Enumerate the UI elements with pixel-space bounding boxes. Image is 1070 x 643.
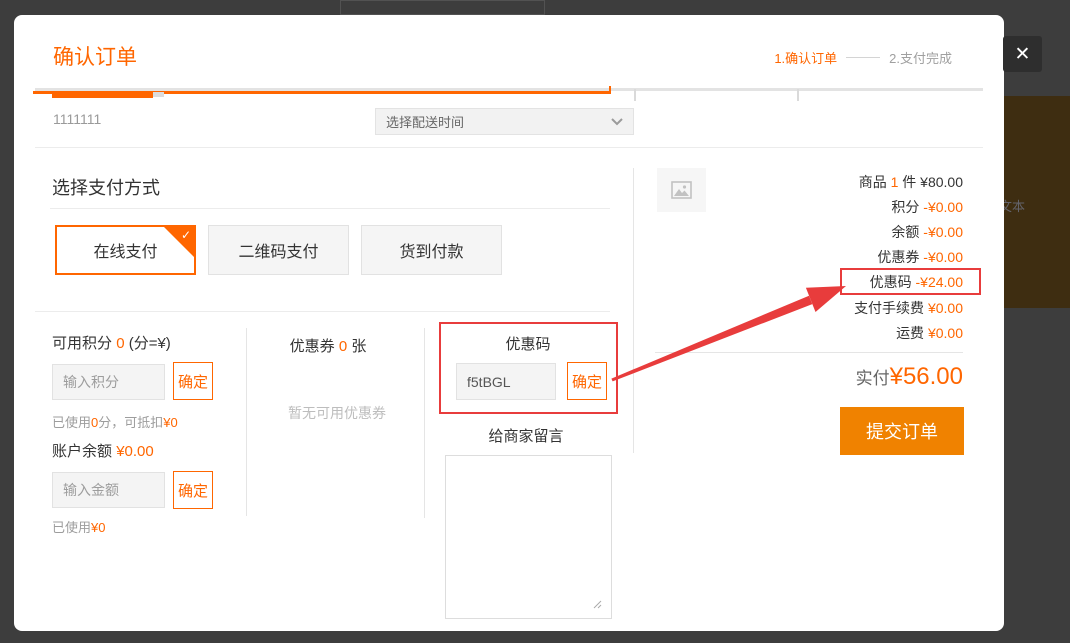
tab-qrcode-payment[interactable]: 二维码支付 (208, 225, 349, 275)
tab-online-payment[interactable]: 在线支付 ✓ (55, 225, 196, 275)
payment-section-title: 选择支付方式 (52, 174, 160, 200)
coupon-label-text: 优惠券 (290, 338, 335, 355)
balance-label: 账户余额 ¥0.00 (52, 440, 154, 461)
tab-online-payment-label: 在线支付 (93, 238, 157, 262)
summary-goods-amount: ¥80.00 (920, 174, 963, 190)
step-payment-done: 2.支付完成 (889, 48, 952, 67)
balance-confirm-label: 确定 (178, 480, 208, 501)
summary-amount: -¥0.00 (923, 199, 963, 215)
summary-row-promo: 优惠码 -¥24.00 (870, 273, 963, 291)
summary-amount: ¥0.00 (928, 300, 963, 316)
clipped-column-divider (634, 89, 636, 101)
promo-confirm-button[interactable]: 确定 (567, 362, 607, 400)
balance-input[interactable] (52, 472, 165, 508)
balance-confirm-button[interactable]: 确定 (173, 471, 213, 509)
column-divider (246, 328, 247, 516)
total-row: 实付 ¥56.00 (856, 363, 963, 391)
chevron-down-icon (611, 118, 623, 126)
points-used-line: 已使用0分，可抵扣¥0 (52, 412, 178, 431)
close-icon: ✕ (1015, 45, 1031, 64)
tab-cash-on-delivery[interactable]: 货到付款 (361, 225, 502, 275)
step-confirm-order: 1.确认订单 (774, 48, 837, 67)
summary-row-goods: 商品 1 件 ¥80.00 (859, 173, 963, 191)
points-used-prefix: 已使用 (52, 415, 91, 430)
image-placeholder-icon (671, 181, 692, 199)
summary-divider (633, 168, 634, 453)
balance-used-line: 已使用¥0 (52, 517, 105, 536)
points-deductible-value: ¥0 (163, 415, 177, 430)
clipped-gray-segment (153, 92, 164, 97)
close-button[interactable]: ✕ (1003, 36, 1042, 72)
summary-label: 优惠码 (870, 274, 912, 290)
balance-used-value: ¥0 (91, 520, 105, 535)
points-input[interactable] (52, 364, 165, 400)
coupon-count: 0 (339, 338, 347, 355)
confirm-order-dialog: 确认订单 1.确认订单 2.支付完成 1111111 选择配送时间 选择支付方式… (14, 15, 1004, 631)
merchant-message-textarea[interactable] (445, 455, 612, 619)
coupon-empty-text: 暂无可用优惠券 (267, 403, 407, 423)
points-label: 可用积分 0 (分=¥) (52, 332, 171, 353)
payment-title-underline (50, 208, 610, 209)
summary-amount: ¥0.00 (928, 325, 963, 341)
column-divider (424, 328, 425, 518)
balance-label-text: 账户余额 (52, 443, 112, 460)
promo-label: 优惠码 (478, 333, 578, 354)
dialog-title: 确认订单 (53, 41, 137, 71)
background-box (340, 0, 545, 15)
coupon-unit: 张 (351, 338, 366, 355)
clipped-column-divider (797, 89, 799, 101)
summary-label: 支付手续费 (854, 300, 924, 316)
summary-label: 优惠券 (877, 249, 919, 265)
points-label-text: 可用积分 (52, 335, 112, 352)
section-divider (35, 147, 983, 148)
order-note-value: 1111111 (53, 111, 101, 127)
total-amount: ¥56.00 (890, 363, 963, 391)
points-count: 0 (116, 335, 124, 352)
summary-row-fee: 支付手续费 ¥0.00 (854, 299, 963, 317)
summary-label: 运费 (896, 325, 924, 341)
clipped-orange-corner (609, 86, 611, 92)
balance-amount: ¥0.00 (116, 443, 154, 460)
submit-order-button[interactable]: 提交订单 (840, 407, 964, 455)
summary-row-shipping: 运费 ¥0.00 (896, 324, 963, 342)
delivery-time-select-value: 选择配送时间 (386, 112, 464, 131)
page-background: 文本 ✕ 确认订单 1.确认订单 2.支付完成 1111111 选择配送时间 选… (0, 0, 1070, 643)
points-ratio: (分=¥) (129, 335, 171, 352)
summary-label: 商品 (859, 174, 887, 190)
summary-label: 积分 (891, 199, 919, 215)
summary-amount: -¥0.00 (923, 224, 963, 240)
product-thumbnail-placeholder (657, 168, 706, 212)
points-used-suffix: 分，可抵扣 (98, 415, 163, 430)
checkout-steps: 1.确认订单 2.支付完成 (774, 48, 952, 67)
summary-goods-unit: 件 (902, 174, 916, 190)
tab-cash-on-delivery-label: 货到付款 (399, 238, 463, 262)
summary-total-divider (655, 352, 963, 353)
promo-code-input[interactable] (456, 363, 556, 400)
merchant-message-label: 给商家留言 (476, 425, 576, 446)
summary-label: 余额 (891, 224, 919, 240)
step-separator (846, 57, 880, 58)
summary-goods-qty: 1 (891, 174, 899, 190)
points-confirm-button[interactable]: 确定 (173, 362, 213, 400)
points-confirm-label: 确定 (178, 371, 208, 392)
delivery-time-select[interactable]: 选择配送时间 (375, 108, 634, 135)
total-label: 实付 (856, 364, 890, 389)
check-icon: ✓ (181, 228, 191, 242)
summary-row-points: 积分 -¥0.00 (891, 198, 963, 216)
summary-row-coupon: 优惠券 -¥0.00 (877, 248, 963, 266)
promo-confirm-label: 确定 (572, 371, 602, 392)
summary-amount: -¥24.00 (916, 274, 963, 290)
summary-row-balance: 余额 -¥0.00 (891, 223, 963, 241)
section-divider (35, 311, 610, 312)
tab-qrcode-payment-label: 二维码支付 (238, 238, 318, 262)
clipped-tab-indicator (52, 91, 153, 98)
coupon-label: 优惠券 0 张 (278, 335, 378, 356)
balance-used-prefix: 已使用 (52, 520, 91, 535)
summary-amount: -¥0.00 (923, 249, 963, 265)
